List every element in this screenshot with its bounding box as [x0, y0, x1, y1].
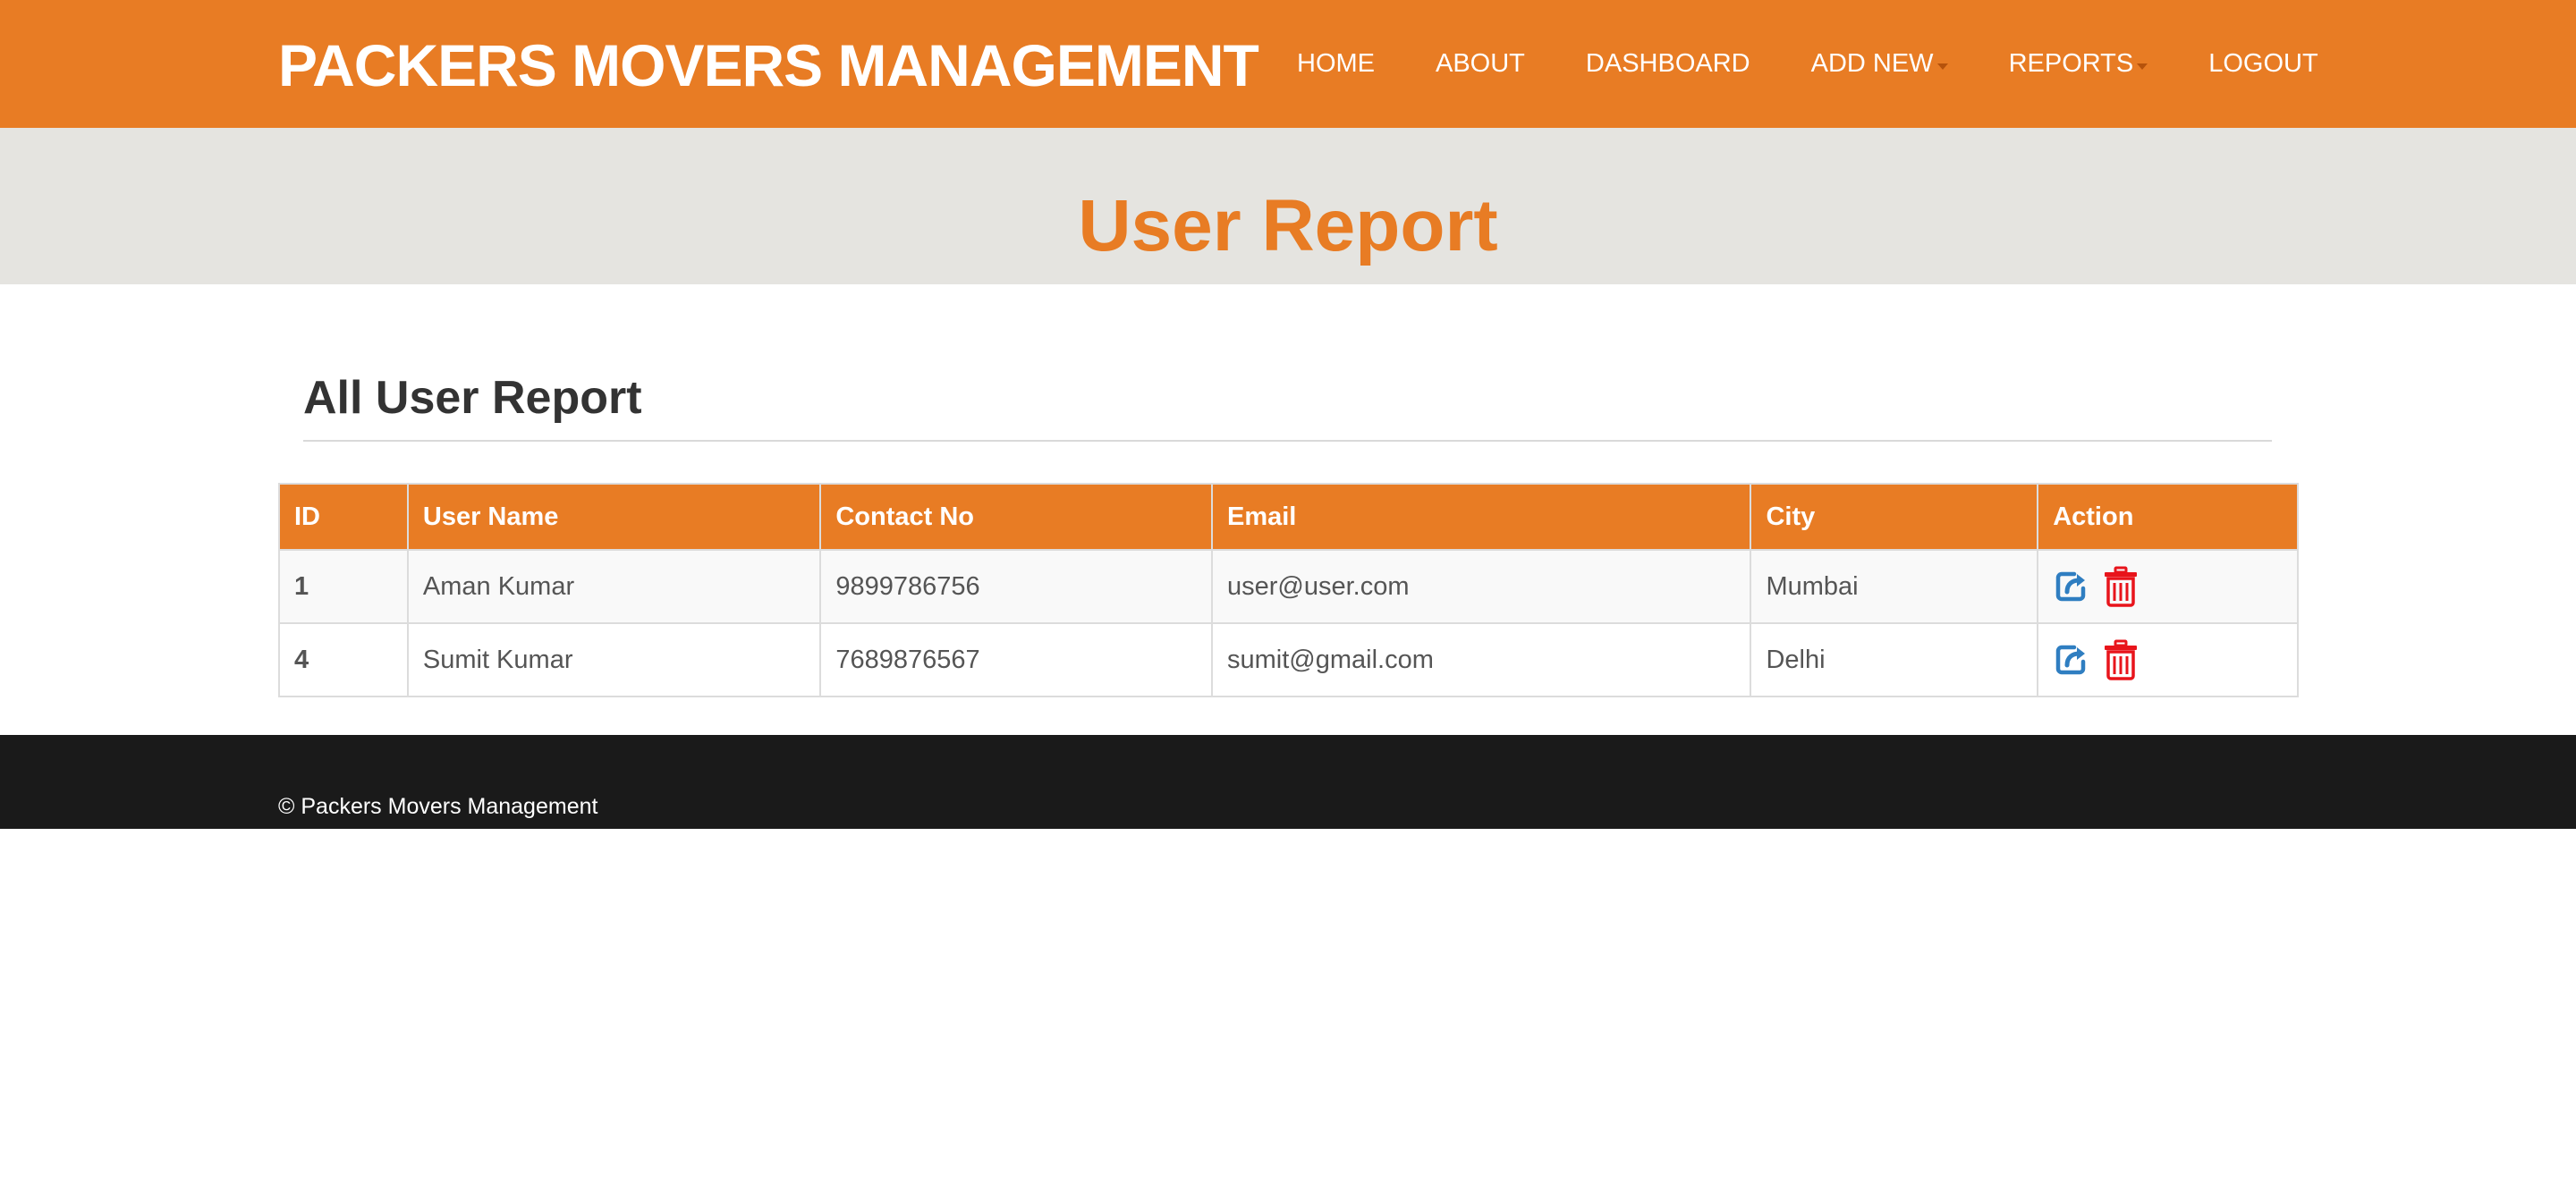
- page-footer: © Packers Movers Management: [0, 735, 2576, 829]
- section-divider: [303, 440, 2272, 442]
- delete-icon[interactable]: [2103, 566, 2139, 607]
- table-header-row: ID User Name Contact No Email City Actio…: [278, 483, 2299, 551]
- caret-down-icon: [1936, 63, 1948, 70]
- cell-email: sumit@gmail.com: [1210, 622, 1752, 697]
- nav-home-label: HOME: [1297, 49, 1375, 78]
- cell-action: [2037, 549, 2299, 624]
- table-row: 1 Aman Kumar 9899786756 user@user.com Mu…: [278, 549, 2299, 624]
- delete-icon[interactable]: [2103, 639, 2139, 680]
- cell-contact-no: 9899786756: [819, 549, 1213, 624]
- section-heading: All User Report: [303, 372, 642, 424]
- caret-down-icon: [2137, 63, 2148, 70]
- cell-user-name: Aman Kumar: [406, 549, 822, 624]
- user-report-table: ID User Name Contact No Email City Actio…: [278, 483, 2299, 697]
- column-header-city: City: [1750, 483, 2039, 551]
- column-header-email: Email: [1210, 483, 1752, 551]
- column-header-contact-no: Contact No: [819, 483, 1213, 551]
- cell-city: Mumbai: [1750, 549, 2039, 624]
- nav-add-new-label: ADD NEW: [1810, 49, 1934, 78]
- edit-icon[interactable]: [2053, 569, 2089, 604]
- cell-contact-no: 7689876567: [819, 622, 1213, 697]
- nav-reports-dropdown[interactable]: REPORTS: [2009, 0, 2148, 128]
- nav-dashboard[interactable]: DASHBOARD: [1586, 0, 1750, 128]
- edit-icon[interactable]: [2053, 642, 2089, 678]
- cell-email: user@user.com: [1210, 549, 1752, 624]
- nav-about[interactable]: ABOUT: [1436, 0, 1525, 128]
- cell-id: 4: [278, 622, 409, 697]
- nav-dashboard-label: DASHBOARD: [1585, 49, 1750, 78]
- cell-city: Delhi: [1750, 622, 2039, 697]
- row-actions: [2053, 566, 2283, 607]
- cell-user-name: Sumit Kumar: [406, 622, 822, 697]
- cell-id: 1: [278, 549, 409, 624]
- nav-logout-label: LOGOUT: [2208, 49, 2318, 78]
- page-banner: User Report: [0, 128, 2576, 284]
- top-navbar: PACKERS MOVERS MANAGEMENT HOME ABOUT DAS…: [0, 0, 2576, 128]
- cell-action: [2037, 622, 2299, 697]
- main-nav: HOME ABOUT DASHBOARD ADD NEW REPORTS LOG…: [1297, 0, 2318, 128]
- nav-add-new-dropdown[interactable]: ADD NEW: [1811, 0, 1948, 128]
- footer-copyright: © Packers Movers Management: [278, 794, 598, 819]
- nav-home[interactable]: HOME: [1297, 0, 1375, 128]
- table-row: 4 Sumit Kumar 7689876567 sumit@gmail.com…: [278, 622, 2299, 697]
- nav-logout[interactable]: LOGOUT: [2208, 0, 2318, 128]
- column-header-user-name: User Name: [406, 483, 822, 551]
- row-actions: [2053, 639, 2283, 680]
- column-header-id: ID: [278, 483, 409, 551]
- nav-reports-label: REPORTS: [2008, 49, 2134, 78]
- nav-about-label: ABOUT: [1436, 49, 1525, 78]
- brand-logo-link[interactable]: PACKERS MOVERS MANAGEMENT: [278, 30, 1259, 100]
- column-header-action: Action: [2037, 483, 2299, 551]
- page-title: User Report: [1078, 185, 1498, 266]
